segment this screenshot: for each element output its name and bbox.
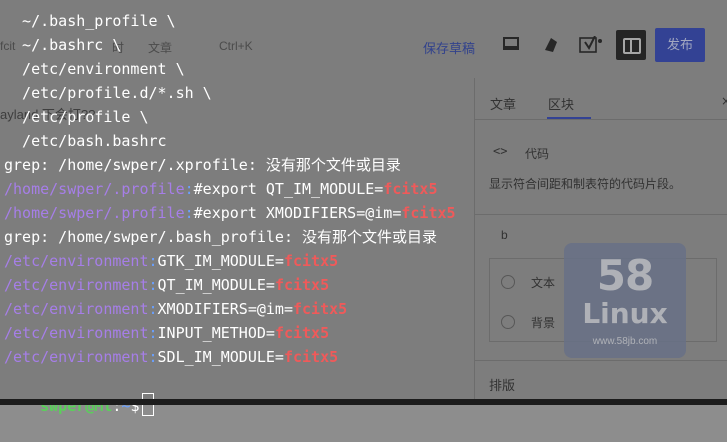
terminal-line: /etc/environment:INPUT_METHOD=fcitx5 (4, 321, 329, 345)
grep-separator: : (148, 300, 158, 318)
grep-line-text: INPUT_METHOD= (157, 324, 275, 342)
terminal-bottom-edge (0, 399, 727, 405)
grep-match: fcitx5 (283, 348, 339, 366)
grep-match: fcitx5 (283, 252, 339, 270)
grep-filename: /etc/environment (4, 324, 149, 342)
terminal-prompt-line[interactable]: swper@Mt:~$ (4, 369, 155, 416)
terminal-line: /etc/environment \ (4, 60, 185, 78)
grep-filename: /etc/environment (4, 276, 149, 294)
terminal-line: grep: /home/swper/.bash_profile: 没有那个文件或… (4, 228, 438, 246)
grep-separator: : (184, 204, 194, 222)
grep-line-text: QT_IM_MODULE= (157, 276, 275, 294)
terminal-window[interactable]: ~/.bash_profile \ ~/.bashrc \ /etc/envir… (0, 0, 727, 416)
terminal-line: /etc/bash.bashrc (4, 132, 167, 150)
terminal-line: ~/.bash_profile \ (4, 12, 176, 30)
terminal-line: /etc/environment:SDL_IM_MODULE=fcitx5 (4, 345, 338, 369)
grep-line-text: #export XMODIFIERS=@im= (193, 204, 402, 222)
grep-filename: /home/swper/.profile (4, 180, 185, 198)
grep-filename: /etc/environment (4, 300, 149, 318)
grep-separator: : (148, 276, 158, 294)
grep-separator: : (184, 180, 194, 198)
grep-filename: /etc/environment (4, 348, 149, 366)
terminal-line: /etc/environment:GTK_IM_MODULE=fcitx5 (4, 249, 338, 273)
grep-separator: : (148, 252, 158, 270)
grep-match: fcitx5 (383, 180, 438, 198)
terminal-line: /etc/environment:XMODIFIERS=@im=fcitx5 (4, 297, 347, 321)
terminal-line: /home/swper/.profile:#export QT_IM_MODUL… (4, 177, 438, 201)
grep-separator: : (148, 324, 158, 342)
grep-filename: /home/swper/.profile (4, 204, 185, 222)
terminal-line: /etc/environment:QT_IM_MODULE=fcitx5 (4, 273, 329, 297)
grep-line-text: XMODIFIERS=@im= (157, 300, 293, 318)
terminal-line: /etc/profile.d/*.sh \ (4, 84, 212, 102)
grep-match: fcitx5 (274, 324, 330, 342)
grep-match: fcitx5 (293, 300, 348, 318)
grep-filename: /etc/environment (4, 252, 149, 270)
grep-line-text: #export QT_IM_MODULE= (193, 180, 384, 198)
grep-line-text: SDL_IM_MODULE= (157, 348, 284, 366)
grep-line-text: GTK_IM_MODULE= (157, 252, 284, 270)
grep-separator: : (148, 348, 158, 366)
terminal-line: grep: /home/swper/.xprofile: 没有那个文件或目录 (4, 156, 401, 174)
terminal-line: /home/swper/.profile:#export XMODIFIERS=… (4, 201, 456, 225)
grep-match: fcitx5 (401, 204, 456, 222)
grep-match: fcitx5 (274, 276, 330, 294)
terminal-line: /etc/profile \ (4, 108, 149, 126)
terminal-line: ~/.bashrc \ (4, 36, 122, 54)
